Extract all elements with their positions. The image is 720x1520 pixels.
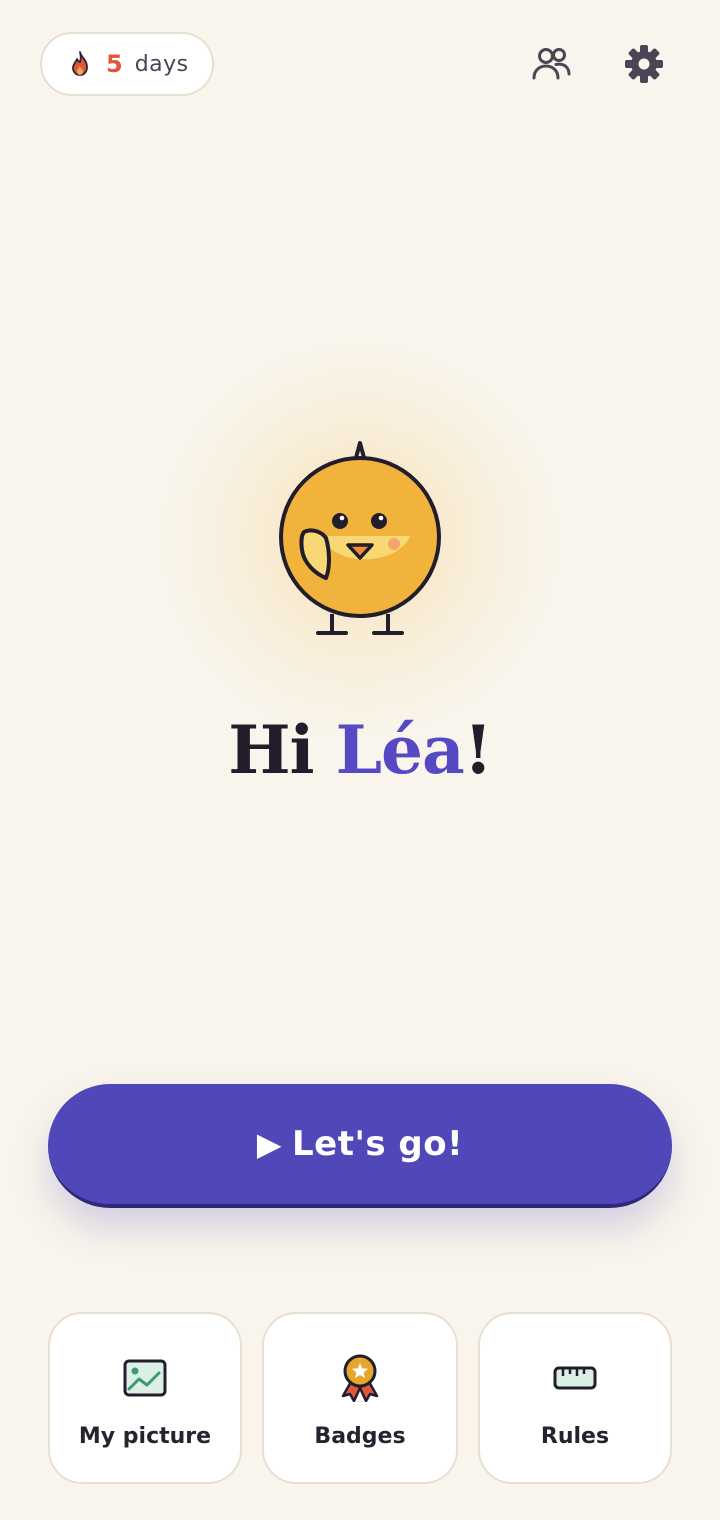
play-icon: ▶ — [256, 1125, 282, 1163]
medal-icon — [339, 1354, 381, 1402]
streak-badge[interactable]: 5 days — [40, 32, 214, 96]
greeting-prefix: Hi — [228, 711, 314, 789]
settings-button[interactable] — [620, 40, 668, 88]
greeting-title: Hi Léa! — [0, 705, 720, 795]
my-picture-label: My picture — [78, 1424, 212, 1449]
image-icon — [123, 1354, 167, 1402]
streak-count: 5 — [106, 50, 123, 78]
flame-icon — [68, 51, 92, 77]
badges-label: Badges — [314, 1424, 406, 1449]
streak-unit: days — [134, 51, 189, 77]
people-icon — [532, 46, 572, 82]
chick-mascot — [260, 430, 460, 640]
lets-go-button[interactable]: ▶ Let's go! — [48, 1084, 672, 1208]
rules-tile[interactable]: Rules — [478, 1312, 672, 1484]
home-screen: 5 days Hi Léa! ▶ Let's go! My picture Ba… — [0, 0, 720, 1520]
gear-icon — [624, 44, 664, 84]
rules-label: Rules — [540, 1424, 610, 1449]
badges-tile[interactable]: Badges — [262, 1312, 458, 1484]
lets-go-label: Let's go! — [291, 1124, 464, 1164]
greeting-suffix: ! — [463, 711, 493, 789]
friends-button[interactable] — [528, 40, 576, 88]
ruler-icon — [553, 1354, 597, 1402]
user-name: Léa — [335, 711, 465, 789]
my-picture-tile[interactable]: My picture — [48, 1312, 242, 1484]
